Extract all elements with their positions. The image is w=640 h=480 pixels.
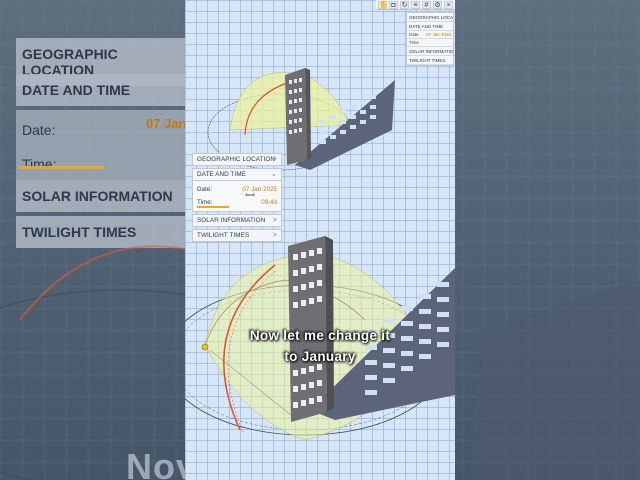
caption-line-2: to January bbox=[284, 349, 356, 364]
time-slider[interactable] bbox=[197, 206, 229, 208]
close-icon[interactable]: × bbox=[444, 1, 453, 9]
time-value[interactable]: 09:43 bbox=[261, 196, 277, 209]
mini-date-value[interactable]: 07 Jan 2025 bbox=[426, 31, 451, 38]
drag-arrows-icon[interactable]: ⟺ bbox=[245, 189, 255, 202]
chevron-right-icon: > bbox=[272, 217, 277, 224]
settings-icon[interactable]: ⚙ bbox=[433, 1, 442, 9]
time-row: Time: ⟺ 09:43 bbox=[197, 192, 277, 209]
mini-twilight-times[interactable]: TWILIGHT TIMES bbox=[407, 56, 453, 65]
date-time-body: Date: 07 Jan 2025 Time: ⟺ 09:43 bbox=[192, 181, 282, 212]
chevron-down-icon: ⌄ bbox=[271, 171, 277, 178]
mini-date-and-time[interactable]: DATE AND TIME bbox=[407, 22, 453, 31]
view-toolbar: ✋ ◘ ↻ ≡ # ⚙ × bbox=[376, 0, 455, 10]
mini-time-label: Time bbox=[409, 40, 419, 45]
date-label: Date: bbox=[197, 186, 213, 193]
date-row: Date: 07 Jan 2025 bbox=[197, 183, 277, 196]
twilight-times-label: TWILIGHT TIMES bbox=[197, 232, 250, 239]
date-and-time-label: DATE AND TIME bbox=[197, 171, 246, 178]
mini-date-label: Date bbox=[409, 32, 419, 37]
grid-icon[interactable]: # bbox=[422, 1, 431, 9]
hand-icon[interactable]: ✋ bbox=[378, 1, 388, 9]
chevron-right-icon: > bbox=[272, 156, 277, 163]
rotate-icon[interactable]: ↻ bbox=[400, 1, 409, 9]
solar-panel: GEOGRAPHIC LOCATION > DATE AND TIME ⌄ Da… bbox=[192, 153, 282, 244]
chevron-right-icon: > bbox=[272, 232, 277, 239]
video-frame: ✋ ◘ ↻ ≡ # ⚙ × GEOGRAPHIC LOCATION DATE A… bbox=[185, 0, 455, 480]
mini-solar-information[interactable]: SOLAR INFORMATION bbox=[407, 47, 453, 56]
section-twilight-times[interactable]: TWILIGHT TIMES > bbox=[192, 229, 282, 242]
mini-time-row: Time bbox=[407, 39, 453, 47]
mini-solar-panel: GEOGRAPHIC LOCATION DATE AND TIME Date 0… bbox=[406, 12, 454, 66]
caption-line-1: Now let me change it bbox=[249, 328, 391, 343]
layers-icon[interactable]: ≡ bbox=[411, 1, 420, 9]
time-label: Time: bbox=[197, 199, 213, 206]
section-date-and-time[interactable]: DATE AND TIME ⌄ bbox=[192, 168, 282, 181]
solar-information-label: SOLAR INFORMATION bbox=[197, 217, 266, 224]
camera-icon[interactable]: ◘ bbox=[389, 1, 398, 9]
section-solar-information[interactable]: SOLAR INFORMATION > bbox=[192, 214, 282, 227]
geographic-location-label: GEOGRAPHIC LOCATION bbox=[197, 156, 276, 163]
mini-date-row: Date 07 Jan 2025 bbox=[407, 31, 453, 39]
mini-geographic-location[interactable]: GEOGRAPHIC LOCATION bbox=[407, 13, 453, 22]
section-geographic-location[interactable]: GEOGRAPHIC LOCATION > bbox=[192, 153, 282, 166]
